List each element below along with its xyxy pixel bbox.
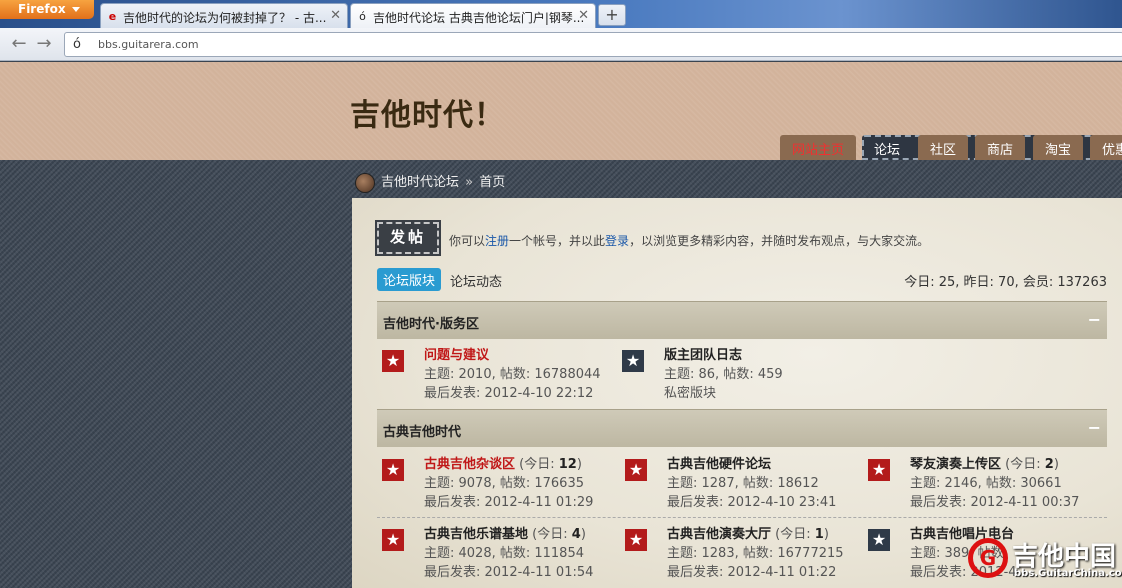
forum-last-post[interactable]: 最后发表: 2012-4-10 23:41	[667, 493, 877, 512]
star-icon: ★	[625, 529, 647, 551]
forward-arrow-icon[interactable]: →	[33, 34, 55, 56]
site-favicon-icon: ó	[359, 10, 366, 23]
forum-content: 发帖 你可以注册一个帐号，并以此登录，以浏览更多精彩内容，并随时发布观点，与大家…	[352, 198, 1122, 588]
forum-name[interactable]: 古典吉他硬件论坛	[667, 455, 877, 474]
nav-tab-taobao[interactable]: 淘宝	[1033, 135, 1084, 160]
welcome-mid: 一个帐号，并以此	[509, 234, 606, 248]
watermark-url: bbs.GuitarChina.com	[1014, 568, 1122, 579]
breadcrumb-root[interactable]: 吉他时代论坛	[381, 175, 459, 190]
forum-name[interactable]: 版主团队日志	[664, 346, 874, 365]
url-text: bbs.guitarera.com	[98, 38, 199, 51]
site-header: 吉他时代！ 网站主页 论坛 社区 商店 淘宝 优惠	[0, 62, 1122, 160]
site-favicon-icon: e	[108, 10, 117, 23]
today-count: (今日: 4)	[532, 527, 586, 542]
breadcrumb-current: 首页	[479, 175, 506, 190]
new-post-button[interactable]: 发帖	[375, 220, 441, 256]
forum-stats: 主题: 1283, 帖数: 16777215	[667, 546, 844, 561]
forum-last-post[interactable]: 最后发表: 2012-4-11 01:54	[424, 563, 634, 582]
star-icon: ★	[868, 529, 890, 551]
site-title: 吉他时代！	[350, 98, 505, 133]
guitarchina-logo-icon: G	[968, 538, 1008, 578]
tab-title: 吉他时代论坛 古典吉他论坛门户|钢琴...	[373, 11, 585, 25]
address-bar[interactable]: ó bbs.guitarera.com	[64, 32, 1122, 57]
today-count: (今日: 12)	[519, 457, 582, 472]
welcome-prefix: 你可以	[449, 234, 486, 248]
star-icon: ★	[382, 459, 404, 481]
forum-stats: 主题: 2146, 帖数: 30661	[910, 476, 1062, 491]
section-title[interactable]: 古典吉他时代	[383, 425, 461, 440]
forum-last-post[interactable]: 最后发表: 2012-4-10 22:12	[424, 384, 634, 403]
dropdown-arrow-icon	[71, 7, 80, 12]
star-icon: ★	[625, 459, 647, 481]
nav-tab-deals[interactable]: 优惠	[1090, 135, 1122, 160]
forum-stats: 主题: 1287, 帖数: 18612	[667, 476, 819, 491]
nav-tab-community[interactable]: 社区	[918, 135, 969, 160]
firefox-menu-button[interactable]: Firefox	[0, 0, 94, 19]
close-icon[interactable]: ✕	[330, 8, 341, 23]
back-arrow-icon[interactable]: ←	[8, 34, 30, 56]
forum-name[interactable]: 古典吉他乐谱基地	[424, 527, 528, 542]
section-header: 古典吉他时代 −	[377, 409, 1107, 447]
guitarchina-watermark: G 吉他中国 bbs.GuitarChina.com	[968, 538, 1122, 584]
browser-titlebar: Firefox e 吉他时代的论坛为何被封掉了？ - 古... ✕ ó 吉他时代…	[0, 0, 1122, 28]
tab-forum-blocks[interactable]: 论坛版块	[377, 268, 442, 291]
nav-tab-home[interactable]: 网站主页	[780, 135, 857, 160]
forum-stats: 主题: 2010, 帖数: 16788044	[424, 367, 601, 382]
browser-tab-1[interactable]: e 吉他时代的论坛为何被封掉了？ - 古... ✕	[100, 3, 348, 28]
login-link[interactable]: 登录	[605, 234, 629, 248]
collapse-icon[interactable]: −	[1088, 418, 1101, 437]
forum-name[interactable]: 古典吉他演奏大厅	[667, 527, 771, 542]
new-tab-button[interactable]: +	[598, 4, 626, 26]
star-icon: ★	[868, 459, 890, 481]
section-header: 吉他时代·版务区 −	[377, 301, 1107, 339]
forum-name[interactable]: 古典吉他杂谈区	[424, 457, 515, 472]
forum-stats: 主题: 9078, 帖数: 176635	[424, 476, 584, 491]
welcome-message: 你可以注册一个帐号，并以此登录，以浏览更多精彩内容，并随时发布观点，与大家交流。	[449, 232, 929, 249]
forum-stats: 主题: 86, 帖数: 459	[664, 367, 783, 382]
star-icon: ★	[622, 350, 644, 372]
collapse-icon[interactable]: −	[1088, 310, 1101, 329]
forum-last-post[interactable]: 最后发表: 2012-4-11 01:22	[667, 563, 877, 582]
forum-stats: 今日: 25, 昨日: 70, 会员: 137263	[904, 275, 1107, 290]
register-link[interactable]: 注册	[485, 234, 509, 248]
star-icon: ★	[382, 350, 404, 372]
browser-navbar: ← → ó bbs.guitarera.com	[0, 28, 1122, 61]
forum-last-post[interactable]: 最后发表: 2012-4-11 00:37	[910, 493, 1120, 512]
forum-last-post[interactable]: 最后发表: 2012-4-11 01:29	[424, 493, 634, 512]
tab-forum-activity[interactable]: 论坛动态	[450, 271, 502, 290]
site-identity-icon[interactable]: ó	[73, 37, 81, 52]
welcome-suffix: ，以浏览更多精彩内容，并随时发布观点，与大家交流。	[629, 234, 930, 248]
today-count: (今日: 1)	[775, 527, 829, 542]
forum-stats: 主题: 4028, 帖数: 111854	[424, 546, 584, 561]
section-title[interactable]: 吉他时代·版务区	[383, 317, 479, 332]
forum-name[interactable]: 琴友演奏上传区	[910, 457, 1001, 472]
firefox-menu-label: Firefox	[18, 2, 66, 16]
star-icon: ★	[382, 529, 404, 551]
row-divider	[377, 517, 1107, 518]
forum-name[interactable]: 问题与建议	[424, 346, 634, 365]
forum-last-post: 私密版块	[664, 386, 717, 401]
browser-tab-2[interactable]: ó 吉他时代论坛 古典吉他论坛门户|钢琴... ✕	[350, 3, 596, 28]
breadcrumb-separator: »	[465, 175, 474, 190]
home-icon[interactable]	[355, 172, 375, 193]
today-count: (今日: 2)	[1005, 457, 1059, 472]
nav-tab-shop[interactable]: 商店	[975, 135, 1026, 160]
tab-title: 吉他时代的论坛为何被封掉了？ - 古...	[123, 11, 327, 25]
close-icon[interactable]: ✕	[578, 8, 589, 23]
breadcrumb: 吉他时代论坛 » 首页	[355, 171, 505, 193]
